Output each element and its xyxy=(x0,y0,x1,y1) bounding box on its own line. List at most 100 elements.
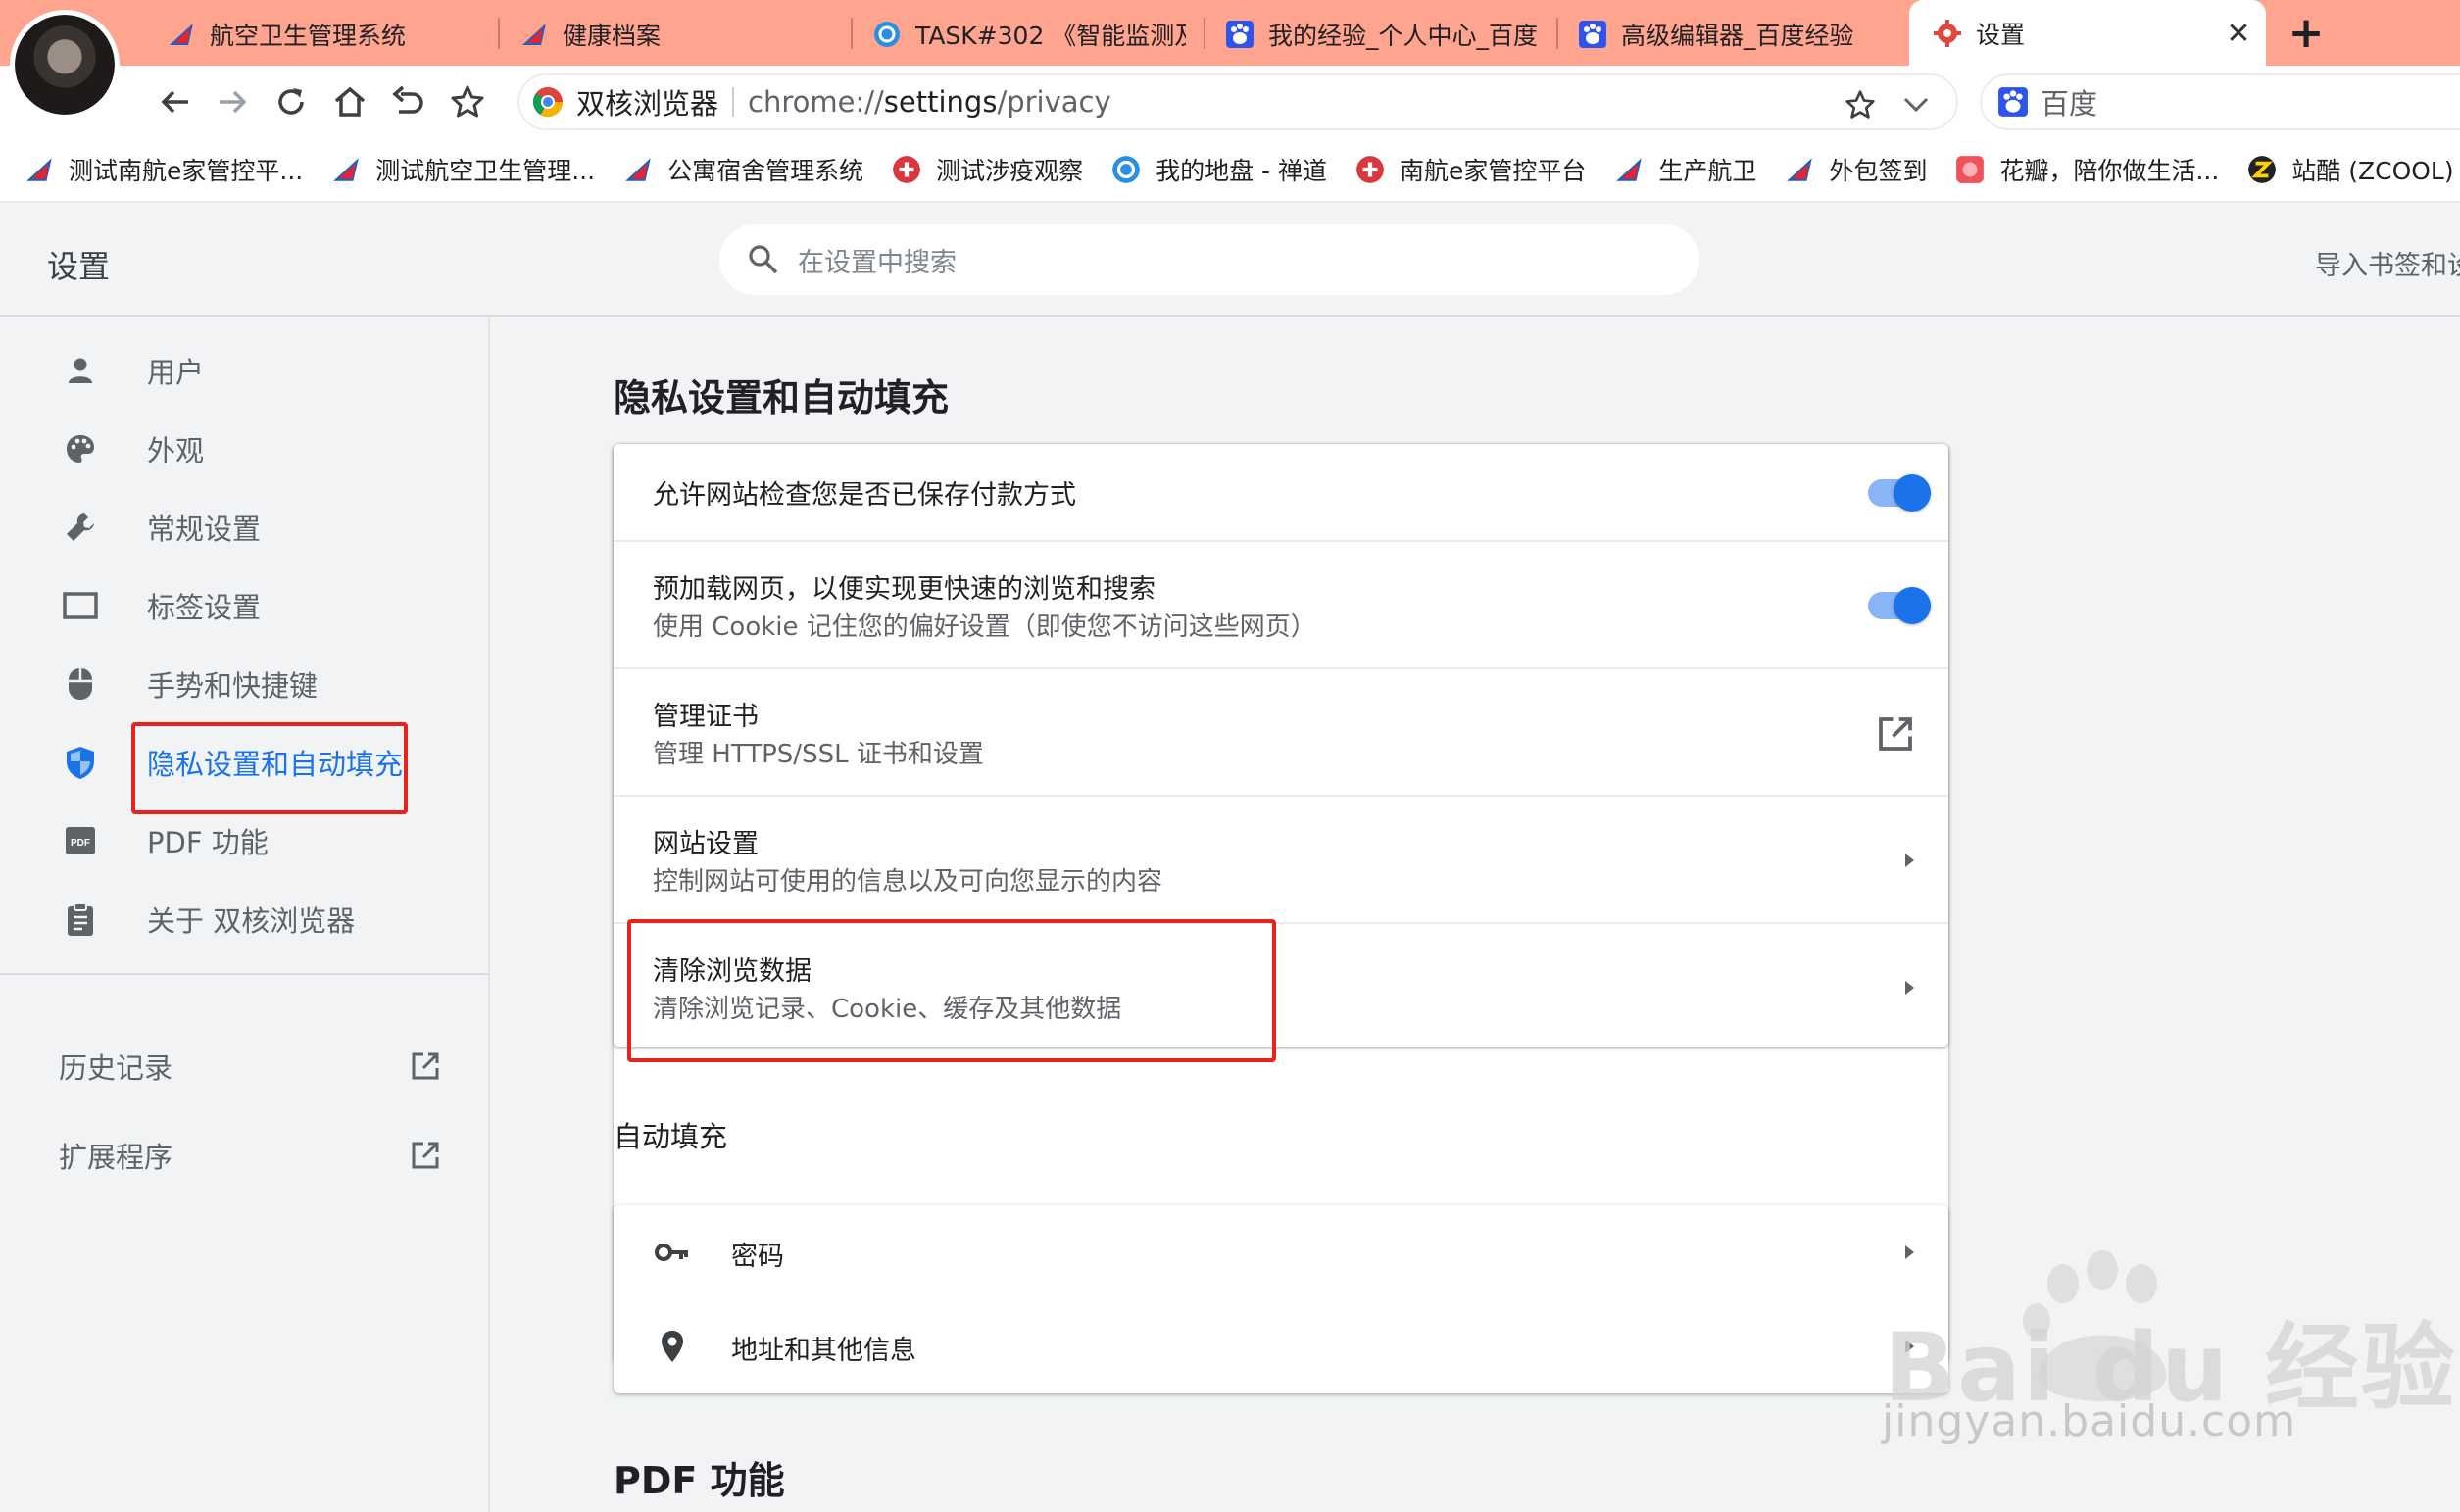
tab-title: 我的经验_个人中心_百度经 xyxy=(1268,21,1539,50)
external-link-icon[interactable] xyxy=(1876,714,1915,754)
row-title: 清除浏览数据 xyxy=(653,956,812,987)
bookmark-item[interactable]: 测试南航e家管控平... xyxy=(24,152,303,187)
import-bookmarks-link[interactable]: 导入书签和设 xyxy=(2315,244,2460,282)
sidebar-item-about[interactable]: 关于 双核浏览器 xyxy=(0,884,490,954)
baidu-paw-icon xyxy=(1579,20,1606,48)
wrench-icon xyxy=(61,508,100,547)
tab-hangkong[interactable]: 航空卫生管理系统 xyxy=(167,12,490,56)
history-link[interactable]: 历史记录 xyxy=(59,1037,441,1096)
tab-title: 设置 xyxy=(1976,20,2026,49)
bookmark-item[interactable]: 南航e家管控平台 xyxy=(1354,152,1586,187)
sidebar-item-tabs[interactable]: 标签设置 xyxy=(0,570,490,641)
settings-search-input[interactable]: 在设置中搜索 xyxy=(719,224,1699,295)
bookmarks-bar: 测试南航e家管控平... 测试航空卫生管理... 公寓宿舍管理系统 测试涉疫观察… xyxy=(0,138,2460,203)
row-title: 允许网站检查您是否已保存付款方式 xyxy=(653,480,1076,511)
avatar[interactable] xyxy=(10,10,120,120)
payment-methods-toggle[interactable] xyxy=(1868,474,1931,512)
bookmark-label: 我的地盘 - 禅道 xyxy=(1156,157,1328,185)
extensions-link[interactable]: 扩展程序 xyxy=(59,1126,441,1185)
bookmark-label: 生产航卫 xyxy=(1658,157,1757,185)
undo-icon[interactable] xyxy=(386,79,431,124)
tab-settings[interactable]: 设置 xyxy=(1909,0,2266,66)
url-scheme: chrome:// xyxy=(748,85,884,119)
row-title: 地址和其他信息 xyxy=(731,1336,916,1366)
manage-certificates-row[interactable]: 管理证书 管理 HTTPS/SSL 证书和设置 xyxy=(614,667,1948,795)
search-engine-box[interactable]: 百度 xyxy=(1980,73,2460,130)
bookmark-label: 测试航空卫生管理... xyxy=(375,157,596,185)
sidebar-item-general[interactable]: 常规设置 xyxy=(0,492,490,562)
gear-icon xyxy=(1934,19,1961,47)
bookmark-item[interactable]: 生产航卫 xyxy=(1613,152,1756,187)
preload-toggle[interactable] xyxy=(1868,587,1931,624)
tab-task[interactable]: TASK#302 《智能监测及 xyxy=(872,12,1186,56)
southern-airlines-icon xyxy=(333,158,360,181)
reload-icon[interactable] xyxy=(269,79,314,124)
preload-row[interactable]: 预加载网页，以便实现更快速的浏览和搜索 使用 Cookie 记住您的偏好设置（即… xyxy=(614,540,1948,667)
external-link-icon xyxy=(412,1142,439,1169)
bookmark-item[interactable]: 站酷 (ZCOOL) - 设... xyxy=(2246,152,2460,187)
sidebar-item-label: 常规设置 xyxy=(147,512,262,546)
site-settings-row[interactable]: 网站设置 控制网站可使用的信息以及可向您显示的内容 xyxy=(614,795,1948,922)
bookmark-item[interactable]: 我的地盘 - 禅道 xyxy=(1110,152,1327,187)
blue-swirl-icon xyxy=(1112,156,1140,183)
sidebar-item-pdf[interactable]: PDF PDF 功能 xyxy=(0,805,490,876)
person-icon xyxy=(61,351,100,390)
tab-title: 健康档案 xyxy=(563,21,662,50)
bookmark-item[interactable]: 公寓宿舍管理系统 xyxy=(622,152,863,187)
sidebar-item-user[interactable]: 用户 xyxy=(0,335,490,406)
payment-methods-row[interactable]: 允许网站检查您是否已保存付款方式 xyxy=(614,444,1948,540)
sidebar-item-label: 外观 xyxy=(147,434,205,467)
home-icon[interactable] xyxy=(327,79,372,124)
sidebar-item-label: 手势和快捷键 xyxy=(147,669,319,703)
bookmark-label: 公寓宿舍管理系统 xyxy=(667,157,864,185)
bookmark-label: 测试南航e家管控平... xyxy=(69,157,304,185)
southern-airlines-icon xyxy=(170,23,193,45)
southern-airlines-icon xyxy=(625,158,651,181)
bookmark-item[interactable]: 外包签到 xyxy=(1784,152,1927,187)
sidebar-item-appearance[interactable]: 外观 xyxy=(0,414,490,484)
close-tab-icon[interactable]: ✕ xyxy=(2217,12,2260,55)
sidebar-divider xyxy=(0,973,490,975)
addresses-row[interactable]: 地址和其他信息 xyxy=(614,1299,1948,1393)
back-arrow-icon[interactable] xyxy=(153,79,198,124)
autofill-heading: 自动填充 xyxy=(614,1120,728,1153)
star-icon[interactable] xyxy=(1845,89,1876,121)
search-placeholder: 在设置中搜索 xyxy=(798,247,957,278)
sidebar-item-gestures[interactable]: 手势和快捷键 xyxy=(0,649,490,719)
tab-my-experience[interactable]: 我的经验_个人中心_百度经 xyxy=(1225,12,1539,56)
southern-airlines-icon xyxy=(26,158,52,181)
page-title: 设置 xyxy=(47,248,111,285)
sidebar-item-label: 用户 xyxy=(147,356,205,389)
bookmark-item[interactable]: 花瓣，陪你做生活... xyxy=(1954,152,2219,187)
red-circle-icon xyxy=(1356,156,1384,183)
address-bar[interactable]: 双核浏览器 chrome://settings/privacy xyxy=(517,73,1958,130)
tab-strip: 航空卫生管理系统 健康档案 TASK#302 《智能监测及 我的经验_个人中心_… xyxy=(0,0,2460,66)
chevron-right-icon xyxy=(1905,854,1914,867)
chevron-down-icon[interactable] xyxy=(1901,91,1931,117)
new-tab-plus-icon[interactable]: + xyxy=(2284,8,2329,58)
browser-name: 双核浏览器 xyxy=(576,87,719,121)
settings-header: 设置 在设置中搜索 导入书签和设 xyxy=(0,203,2460,317)
tab-advanced-editor[interactable]: 高级编辑器_百度经验 xyxy=(1578,12,1892,56)
bookmark-item[interactable]: 测试涉疫观察 xyxy=(891,152,1083,187)
shield-icon xyxy=(61,743,100,782)
chevron-right-icon xyxy=(1905,1245,1914,1259)
tab-icon xyxy=(61,586,100,625)
pdf-section-title: PDF 功能 xyxy=(614,1459,785,1502)
forward-arrow-icon[interactable] xyxy=(210,79,255,124)
bookmark-item[interactable]: 测试航空卫生管理... xyxy=(330,152,595,187)
row-subtitle: 使用 Cookie 记住您的偏好设置（即使您不访问这些网页） xyxy=(653,612,1316,642)
tab-health-records[interactable]: 健康档案 xyxy=(519,12,843,56)
palette-icon xyxy=(61,429,100,468)
passwords-row[interactable]: 密码 xyxy=(614,1205,1948,1299)
row-title: 网站设置 xyxy=(653,829,759,859)
tab-divider xyxy=(851,18,853,49)
bookmark-star-icon[interactable] xyxy=(445,79,490,124)
sidebar-item-privacy[interactable]: 隐私设置和自动填充 xyxy=(0,727,490,798)
clear-browsing-data-row[interactable]: 清除浏览数据 清除浏览记录、Cookie、缓存及其他数据 xyxy=(614,922,1948,1047)
bookmark-label: 测试涉疫观察 xyxy=(936,157,1084,185)
tab-title: 航空卫生管理系统 xyxy=(210,21,407,50)
sidebar-item-label: 标签设置 xyxy=(147,591,262,624)
sidebar-item-label: 隐私设置和自动填充 xyxy=(147,748,404,781)
external-link-icon xyxy=(412,1052,439,1080)
